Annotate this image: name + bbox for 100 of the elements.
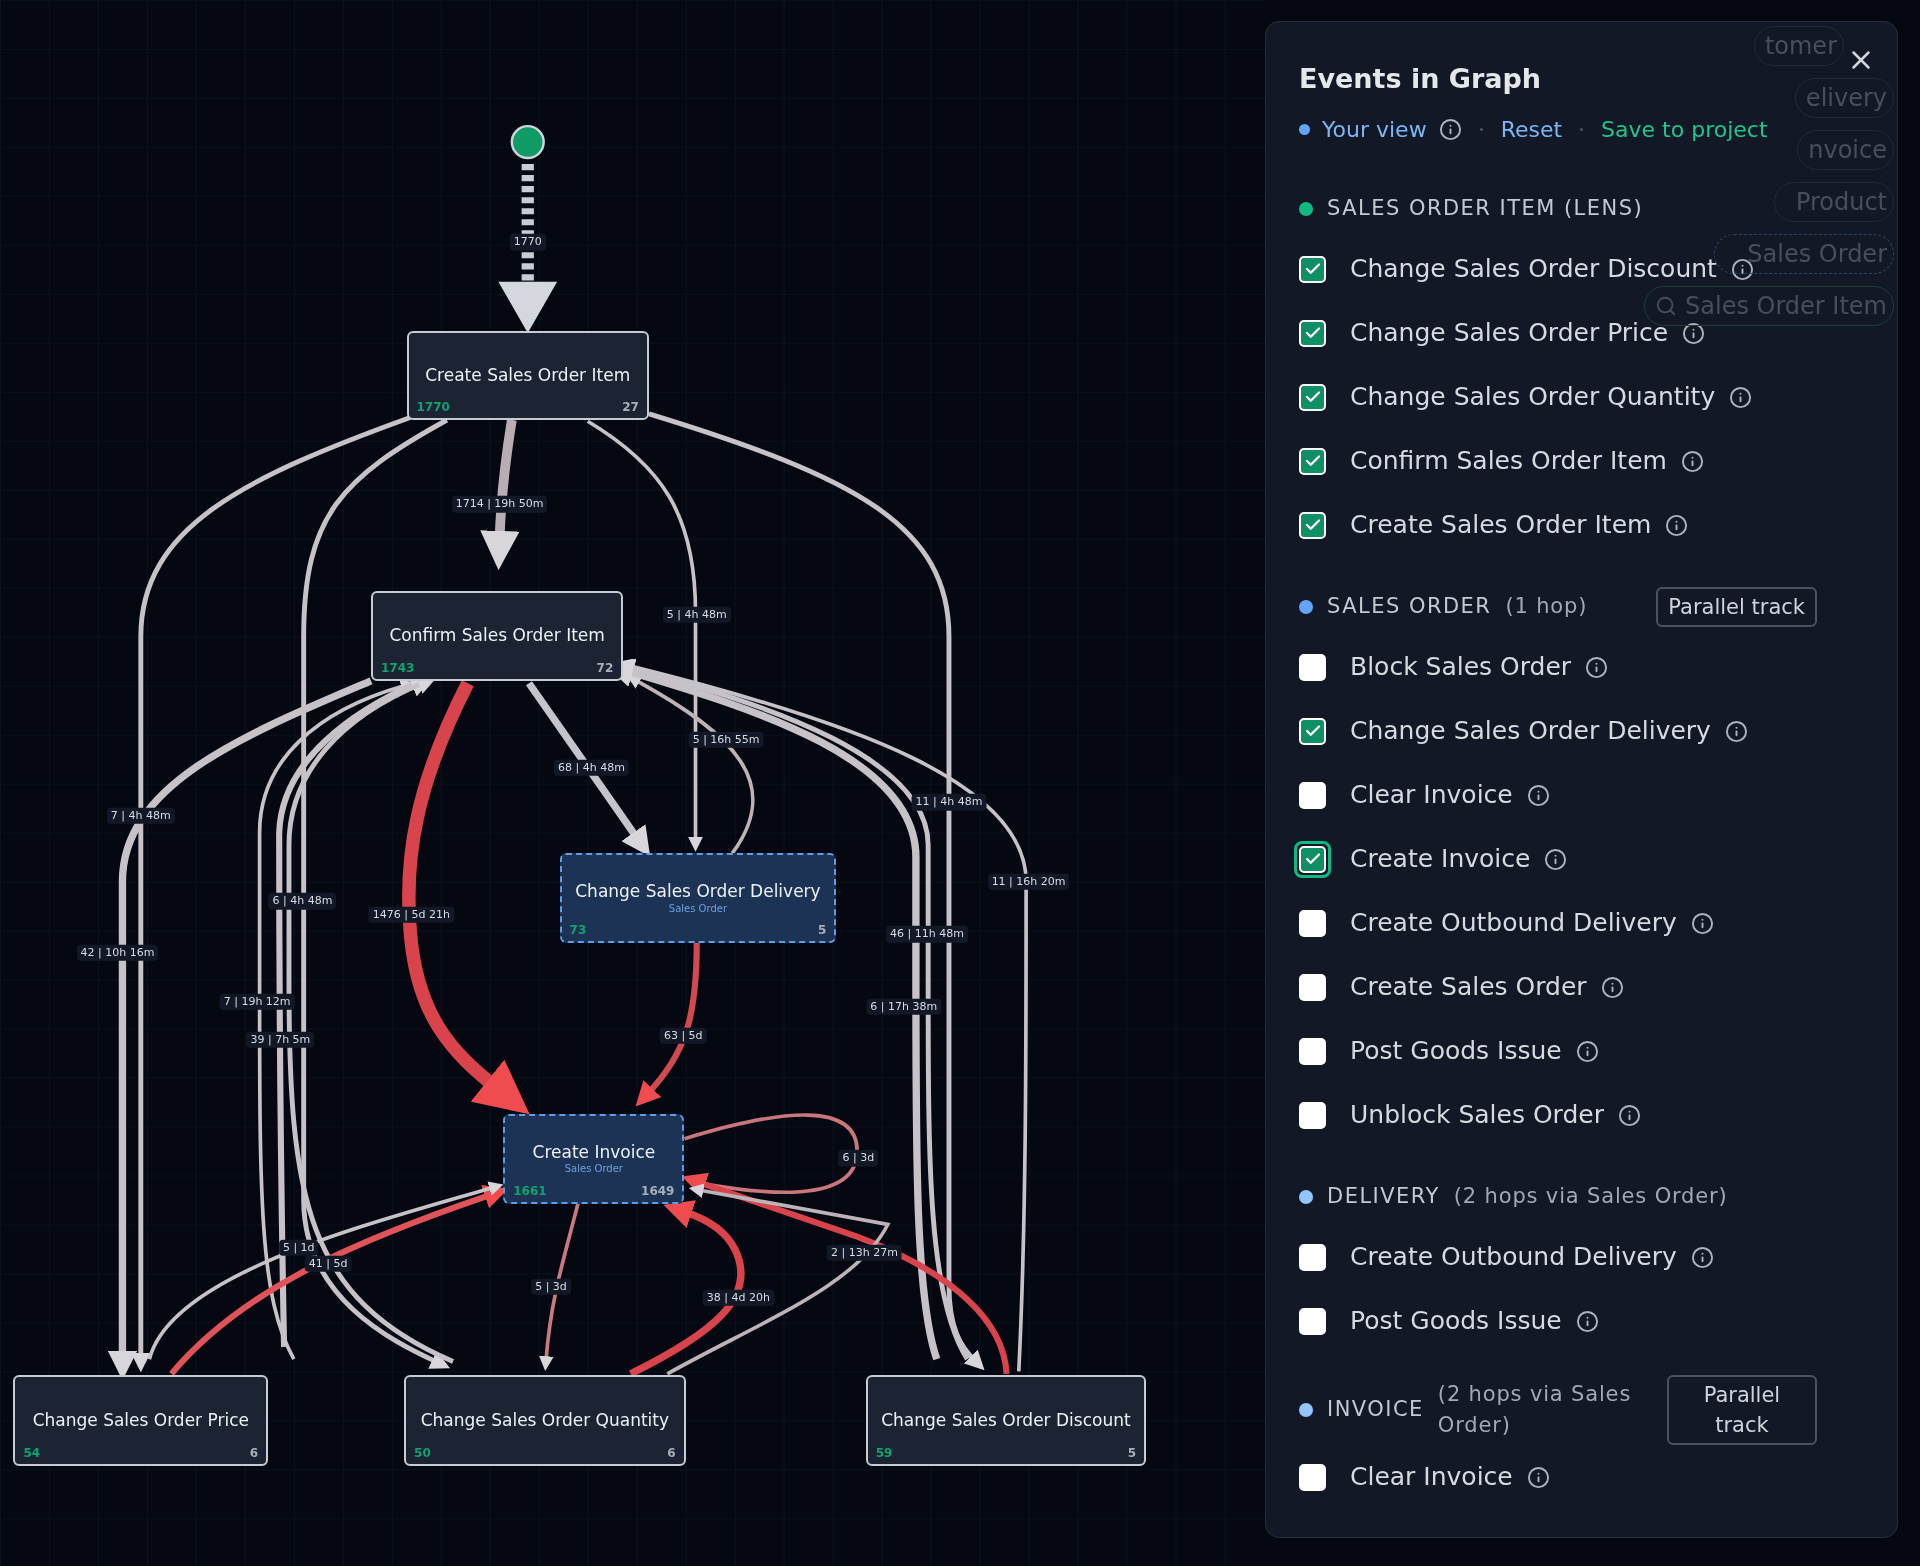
checkbox[interactable]: [1299, 1307, 1326, 1335]
search-icon: [1655, 295, 1677, 317]
edge-label: 63 | 5d: [659, 1027, 707, 1045]
edge-label: 5 | 1d: [278, 1239, 319, 1256]
edge-label: 6 | 4h 48m: [268, 892, 337, 910]
info-icon[interactable]: [1526, 1465, 1550, 1489]
event-label: Create Sales Order: [1350, 971, 1587, 1004]
event-label: Change Sales Order Discount: [1350, 253, 1717, 286]
info-icon[interactable]: [1682, 321, 1706, 345]
edge-label: 7 | 4h 48m: [106, 807, 175, 824]
edge-label: 7 | 19h 12m: [219, 993, 295, 1010]
group-hint: (2 hops via Sales Order): [1437, 1380, 1633, 1439]
event-label: Create Outbound Delivery: [1350, 1241, 1677, 1274]
checkbox[interactable]: [1299, 653, 1326, 681]
checkbox[interactable]: [1299, 717, 1326, 745]
checkbox[interactable]: [1299, 1037, 1326, 1065]
checkbox[interactable]: [1299, 383, 1326, 411]
checkbox[interactable]: [1299, 1243, 1326, 1271]
event-label: Change Sales Order Quantity: [1350, 381, 1716, 414]
event-label: Confirm Sales Order Item: [1350, 445, 1667, 478]
save-link[interactable]: Save to project: [1601, 112, 1768, 146]
node-count: 6: [249, 1444, 259, 1462]
node-subtitle: Sales Order: [668, 902, 728, 916]
node-count: 1649: [641, 1182, 675, 1200]
edge-label: 6 | 17h 38m: [866, 998, 942, 1015]
info-icon[interactable]: [1724, 719, 1748, 743]
start-node[interactable]: [510, 124, 545, 160]
edge-label: 38 | 4d 20h: [702, 1289, 774, 1307]
edge-label: 39 | 7h 5m: [246, 1031, 315, 1048]
group-name: SALES ORDER ITEM (LENS): [1327, 195, 1644, 223]
process-node[interactable]: Change Sales Order Quantity 50 6: [404, 1375, 686, 1466]
edge-label: 1770: [509, 234, 546, 251]
checkbox[interactable]: [1299, 1463, 1326, 1491]
reset-link[interactable]: Reset: [1500, 112, 1563, 146]
info-icon[interactable]: [1544, 847, 1568, 871]
info-icon[interactable]: [1690, 1245, 1714, 1269]
node-count: 6: [667, 1444, 676, 1462]
edge-label: 11 | 4h 48m: [911, 793, 987, 811]
node-title: Change Sales Order Price: [32, 1409, 249, 1431]
edge-label: 68 | 4h 48m: [554, 759, 629, 776]
node-subtitle: Sales Order: [564, 1163, 623, 1176]
process-node[interactable]: Change Sales Order Discount 59 5: [865, 1375, 1147, 1466]
node-count: 5: [817, 921, 827, 939]
process-node[interactable]: Change Sales Order Delivery Sales Order 73 5: [559, 853, 837, 943]
process-node[interactable]: Create Invoice Sales Order 1661 1649: [503, 1114, 685, 1204]
group-hint: (1 hop): [1505, 593, 1588, 621]
checkbox[interactable]: [1299, 1101, 1326, 1129]
node-count: 27: [622, 399, 639, 416]
process-node[interactable]: Create Sales Order Item 1770 27: [406, 330, 649, 420]
event-label: Clear Invoice: [1350, 779, 1513, 812]
event-label: Unblock Sales Order: [1350, 1099, 1604, 1132]
checkbox[interactable]: [1299, 255, 1326, 283]
edge-label: 41 | 5d: [304, 1255, 352, 1272]
info-icon[interactable]: [1617, 1103, 1641, 1127]
node-count: 1661: [513, 1182, 547, 1200]
event-label: Block Sales Order: [1350, 651, 1572, 684]
info-icon[interactable]: [1575, 1309, 1599, 1333]
group-name: DELIVERY: [1327, 1183, 1440, 1211]
node-count: 72: [596, 659, 614, 677]
process-node[interactable]: Confirm Sales Order Item 1743 72: [371, 591, 624, 681]
node-count: 73: [569, 921, 587, 939]
info-icon[interactable]: [1585, 655, 1609, 679]
info-icon[interactable]: [1438, 117, 1462, 141]
info-icon[interactable]: [1729, 385, 1753, 409]
node-count: 54: [23, 1444, 41, 1462]
checkbox[interactable]: [1299, 511, 1326, 539]
event-label: Change Sales Order Delivery: [1350, 715, 1711, 748]
event-label: Clear Invoice: [1350, 1461, 1513, 1494]
node-title: Create Invoice: [532, 1142, 656, 1164]
node-count: 5: [1127, 1444, 1137, 1462]
node-count: 1743: [381, 659, 415, 677]
edge-label: 46 | 11h 48m: [886, 926, 968, 943]
node-count: 1770: [416, 399, 450, 416]
edge-label: 1714 | 19h 50m: [451, 496, 548, 513]
checkbox[interactable]: [1299, 909, 1326, 937]
edge-label: 5 | 16h 55m: [688, 731, 764, 748]
parallel-track-button[interactable]: Parallel track: [1666, 1375, 1817, 1445]
info-icon[interactable]: [1690, 911, 1714, 935]
node-title: Confirm Sales Order Item: [389, 625, 605, 647]
info-icon[interactable]: [1665, 513, 1689, 537]
event-label: Post Goods Issue: [1350, 1035, 1562, 1068]
node-title: Create Sales Order Item: [425, 364, 631, 386]
info-icon[interactable]: [1575, 1039, 1599, 1063]
node-title: Change Sales Order Discount: [881, 1409, 1131, 1431]
node-title: Change Sales Order Delivery: [575, 881, 821, 903]
edge-label: 1476 | 5d 21h: [368, 906, 454, 923]
checkbox[interactable]: [1299, 319, 1326, 347]
view-label: Your view: [1322, 115, 1427, 144]
info-icon[interactable]: [1600, 975, 1624, 999]
info-icon[interactable]: [1526, 783, 1550, 807]
group-name: SALES ORDER: [1327, 593, 1492, 621]
checkbox[interactable]: [1299, 973, 1326, 1001]
checkbox[interactable]: [1299, 447, 1326, 475]
panel-title: Events in Graph: [1299, 64, 1543, 94]
info-icon[interactable]: [1680, 449, 1704, 473]
process-node[interactable]: Change Sales Order Price 54 6: [13, 1375, 269, 1466]
node-title: Change Sales Order Quantity: [420, 1409, 670, 1431]
checkbox[interactable]: [1299, 781, 1326, 809]
edge-label: 2 | 13h 27m: [827, 1244, 902, 1261]
parallel-track-button[interactable]: Parallel track: [1656, 587, 1817, 627]
